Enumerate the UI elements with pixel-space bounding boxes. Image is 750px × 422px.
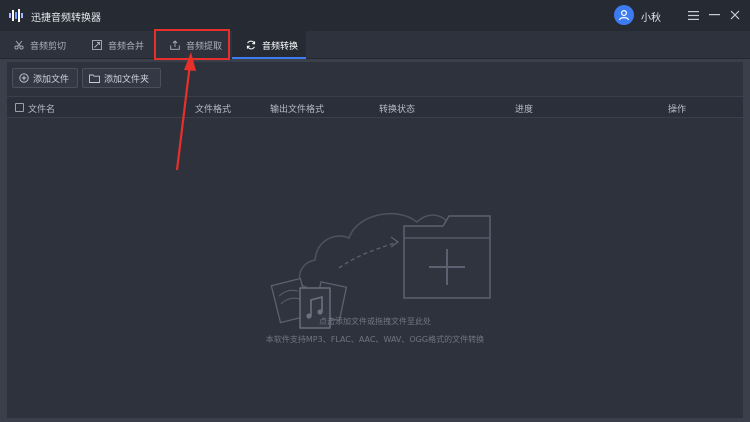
- annotation-highlight-box: [154, 29, 230, 60]
- title-bar: 迅捷音频转换器 小秋: [0, 0, 750, 31]
- add-folder-label: 添加文件夹: [104, 74, 150, 85]
- tab-audio-merge[interactable]: 音频合并: [78, 31, 156, 59]
- file-table-header: 文件名 文件格式 输出文件格式 转换状态 进度 操作: [7, 96, 743, 118]
- plus-circle-icon: [19, 73, 29, 83]
- add-file-label: 添加文件: [33, 74, 70, 85]
- toolbar: 添加文件 添加文件夹: [7, 62, 743, 92]
- main-panel: 添加文件 添加文件夹 文件名 文件格式 输出文件格式 转换状态 进度 操作 点击…: [7, 62, 743, 418]
- menu-button[interactable]: [685, 7, 701, 23]
- column-header-filename: 文件名: [28, 105, 56, 115]
- tab-audio-cut[interactable]: 音频剪切: [0, 31, 78, 59]
- column-header-output-format: 输出文件格式: [270, 105, 325, 115]
- dashed-arrow: [338, 241, 398, 269]
- close-icon: [730, 10, 740, 20]
- app-logo-icon: [9, 9, 23, 22]
- scissors-icon: [14, 40, 24, 50]
- user-avatar[interactable]: [614, 5, 634, 25]
- minimize-icon: [708, 14, 720, 16]
- drop-zone-illustration[interactable]: [267, 192, 497, 372]
- select-all-checkbox[interactable]: [15, 103, 24, 112]
- column-header-format: 文件格式: [195, 105, 232, 115]
- merge-icon: [92, 40, 102, 50]
- hamburger-icon: [687, 10, 699, 20]
- app-title: 迅捷音频转换器: [31, 13, 101, 24]
- column-header-actions: 操作: [668, 105, 687, 115]
- drop-zone-hint: 点击添加文件或拖拽文件至此处: [319, 317, 431, 326]
- supported-formats-hint: 本软件支持MP3、FLAC、AAC、WAV、OGG格式的文件转换: [265, 335, 485, 344]
- username-label[interactable]: 小秋: [641, 9, 661, 24]
- tab-label: 音频剪切: [30, 41, 67, 52]
- close-button[interactable]: [727, 7, 743, 23]
- column-header-progress: 进度: [515, 105, 534, 115]
- tab-bar: 音频剪切 音频合并 音频提取 音频转换: [0, 31, 750, 59]
- user-icon: [618, 9, 630, 21]
- column-header-status: 转换状态: [379, 105, 416, 115]
- tab-audio-convert[interactable]: 音频转换: [232, 31, 306, 59]
- tab-label: 音频转换: [262, 41, 299, 52]
- tab-label: 音频合并: [108, 41, 145, 52]
- add-folder-button[interactable]: 添加文件夹: [82, 68, 161, 88]
- minimize-button[interactable]: [706, 7, 722, 23]
- folder-icon: [89, 74, 100, 83]
- convert-icon: [246, 40, 256, 50]
- add-file-button[interactable]: 添加文件: [12, 68, 78, 88]
